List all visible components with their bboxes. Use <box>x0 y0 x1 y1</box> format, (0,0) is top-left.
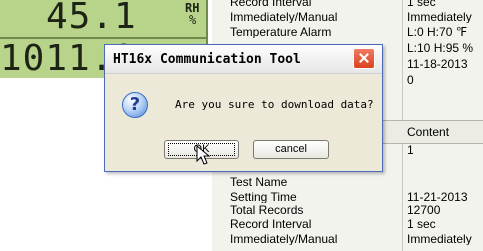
table-cell-value: 11-18-2013 <box>407 58 468 70</box>
table-cell-value: 1 <box>407 143 414 157</box>
table-cell-value: 0 <box>407 74 414 86</box>
table-row: Temperature Alarm L:0 H:70 ℉ <box>212 26 483 38</box>
dialog-title-bar[interactable]: HT16x Communication Tool <box>105 45 382 74</box>
table-row: Setting Time 11-21-2013 <box>212 191 483 203</box>
table-cell-field: Temperature Alarm <box>230 26 332 38</box>
table-cell-field: Total Records <box>230 204 304 216</box>
table-row: Immediately/Manual Immediately <box>212 11 483 23</box>
table-cell-value: Immediately <box>407 233 472 245</box>
cursor-icon <box>196 145 211 165</box>
table-row: Total Records 12700 <box>212 204 483 216</box>
table-cell-value: Immediately <box>407 11 472 23</box>
table-cell-value: 1 sec <box>407 218 436 230</box>
lcd-temperature: 45.1 <box>46 0 137 37</box>
dialog-message: Are you sure to download data? <box>175 98 374 111</box>
table-row: Test Name <box>212 176 483 188</box>
table-row: Record Interval 1 sec <box>212 0 483 8</box>
table-cell-field: Immediately/Manual <box>230 11 338 23</box>
cancel-button[interactable]: cancel <box>253 140 329 159</box>
table-cell-value: 1 sec <box>407 0 436 8</box>
table-row: Immediately/Manual Immediately <box>212 233 483 245</box>
table-cell-field: Setting Time <box>230 191 297 203</box>
close-icon[interactable] <box>353 48 375 69</box>
dialog-title: HT16x Communication Tool <box>113 52 301 67</box>
table-row: Record Interval 1 sec <box>212 218 483 230</box>
table-cell-value: 12700 <box>407 204 441 216</box>
cancel-button-label: cancel <box>275 143 307 155</box>
table-cell-field: Test Name <box>230 176 288 188</box>
table-cell-value: 11-21-2013 <box>407 191 468 203</box>
table-cell-field: Record Interval <box>230 0 312 8</box>
lcd-humidity-symbol: % <box>189 13 197 27</box>
table-cell-value: L:0 H:70 ℉ <box>407 26 468 38</box>
column-header-content[interactable]: Content <box>407 125 449 139</box>
table-cell-value: L:10 H:95 % <box>407 42 474 54</box>
table-cell-field: Record Interval <box>230 218 312 230</box>
table-cell-field: Immediately/Manual <box>230 233 338 245</box>
question-icon: ? <box>122 92 148 118</box>
confirm-dialog: HT16x Communication Tool ? Are you sure … <box>104 44 383 172</box>
